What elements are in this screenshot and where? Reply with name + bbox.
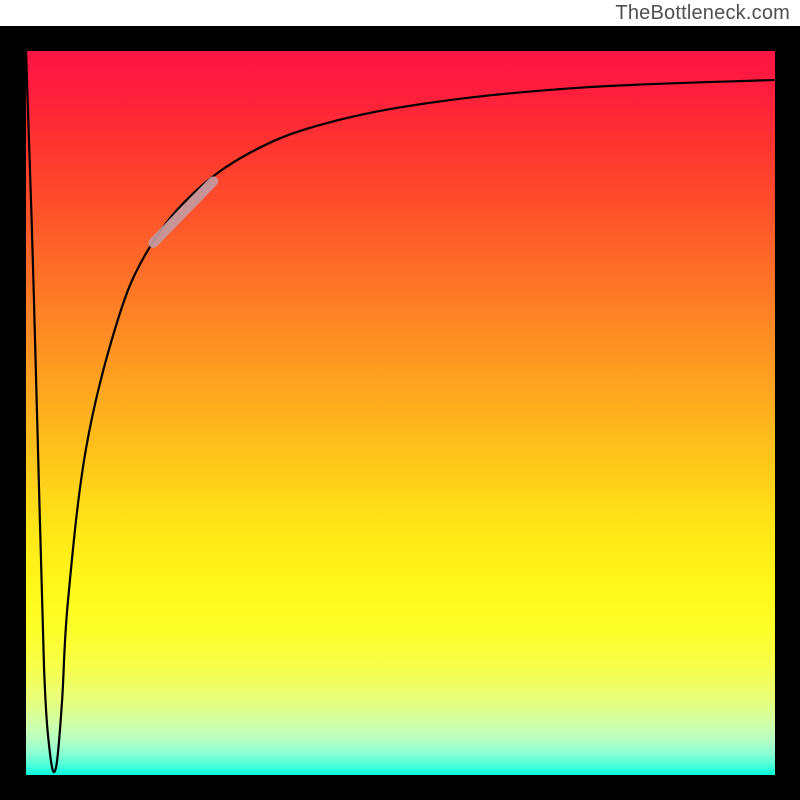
plot-area: [26, 51, 775, 775]
attribution-text: TheBottleneck.com: [615, 2, 790, 25]
chart-frame: [0, 26, 800, 800]
chart-container: TheBottleneck.com: [0, 0, 800, 800]
bottleneck-curve: [26, 51, 775, 775]
